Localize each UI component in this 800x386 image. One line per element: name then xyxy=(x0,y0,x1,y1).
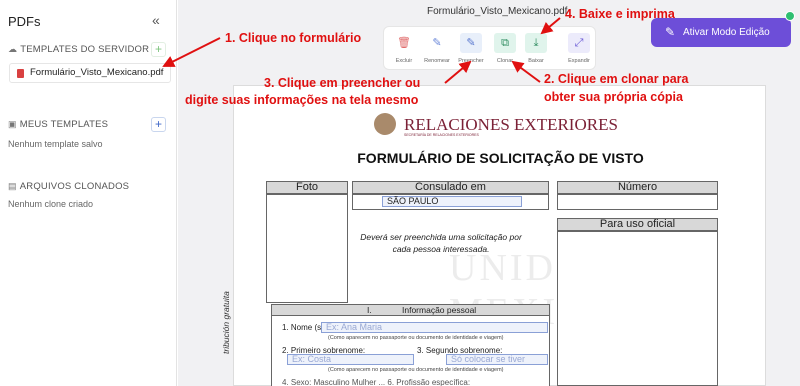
annotation-arrows xyxy=(162,17,561,84)
arrow-4 xyxy=(540,17,561,35)
arrow-3 xyxy=(444,60,472,84)
annotation-step-4: 4. Baixe e imprima xyxy=(565,7,675,21)
arrow-2 xyxy=(511,60,541,83)
annotation-step-3-line2: digite suas informações na tela mesmo xyxy=(185,93,419,107)
annotation-step-2-line1: 2. Clique em clonar para xyxy=(544,72,689,86)
annotation-step-2-line2: obter sua própria cópia xyxy=(544,90,683,104)
annotation-step-1: 1. Clique no formulário xyxy=(225,31,362,45)
annotation-step-3-line1: 3. Clique em preencher ou xyxy=(264,76,421,90)
arrow-1 xyxy=(162,37,221,67)
